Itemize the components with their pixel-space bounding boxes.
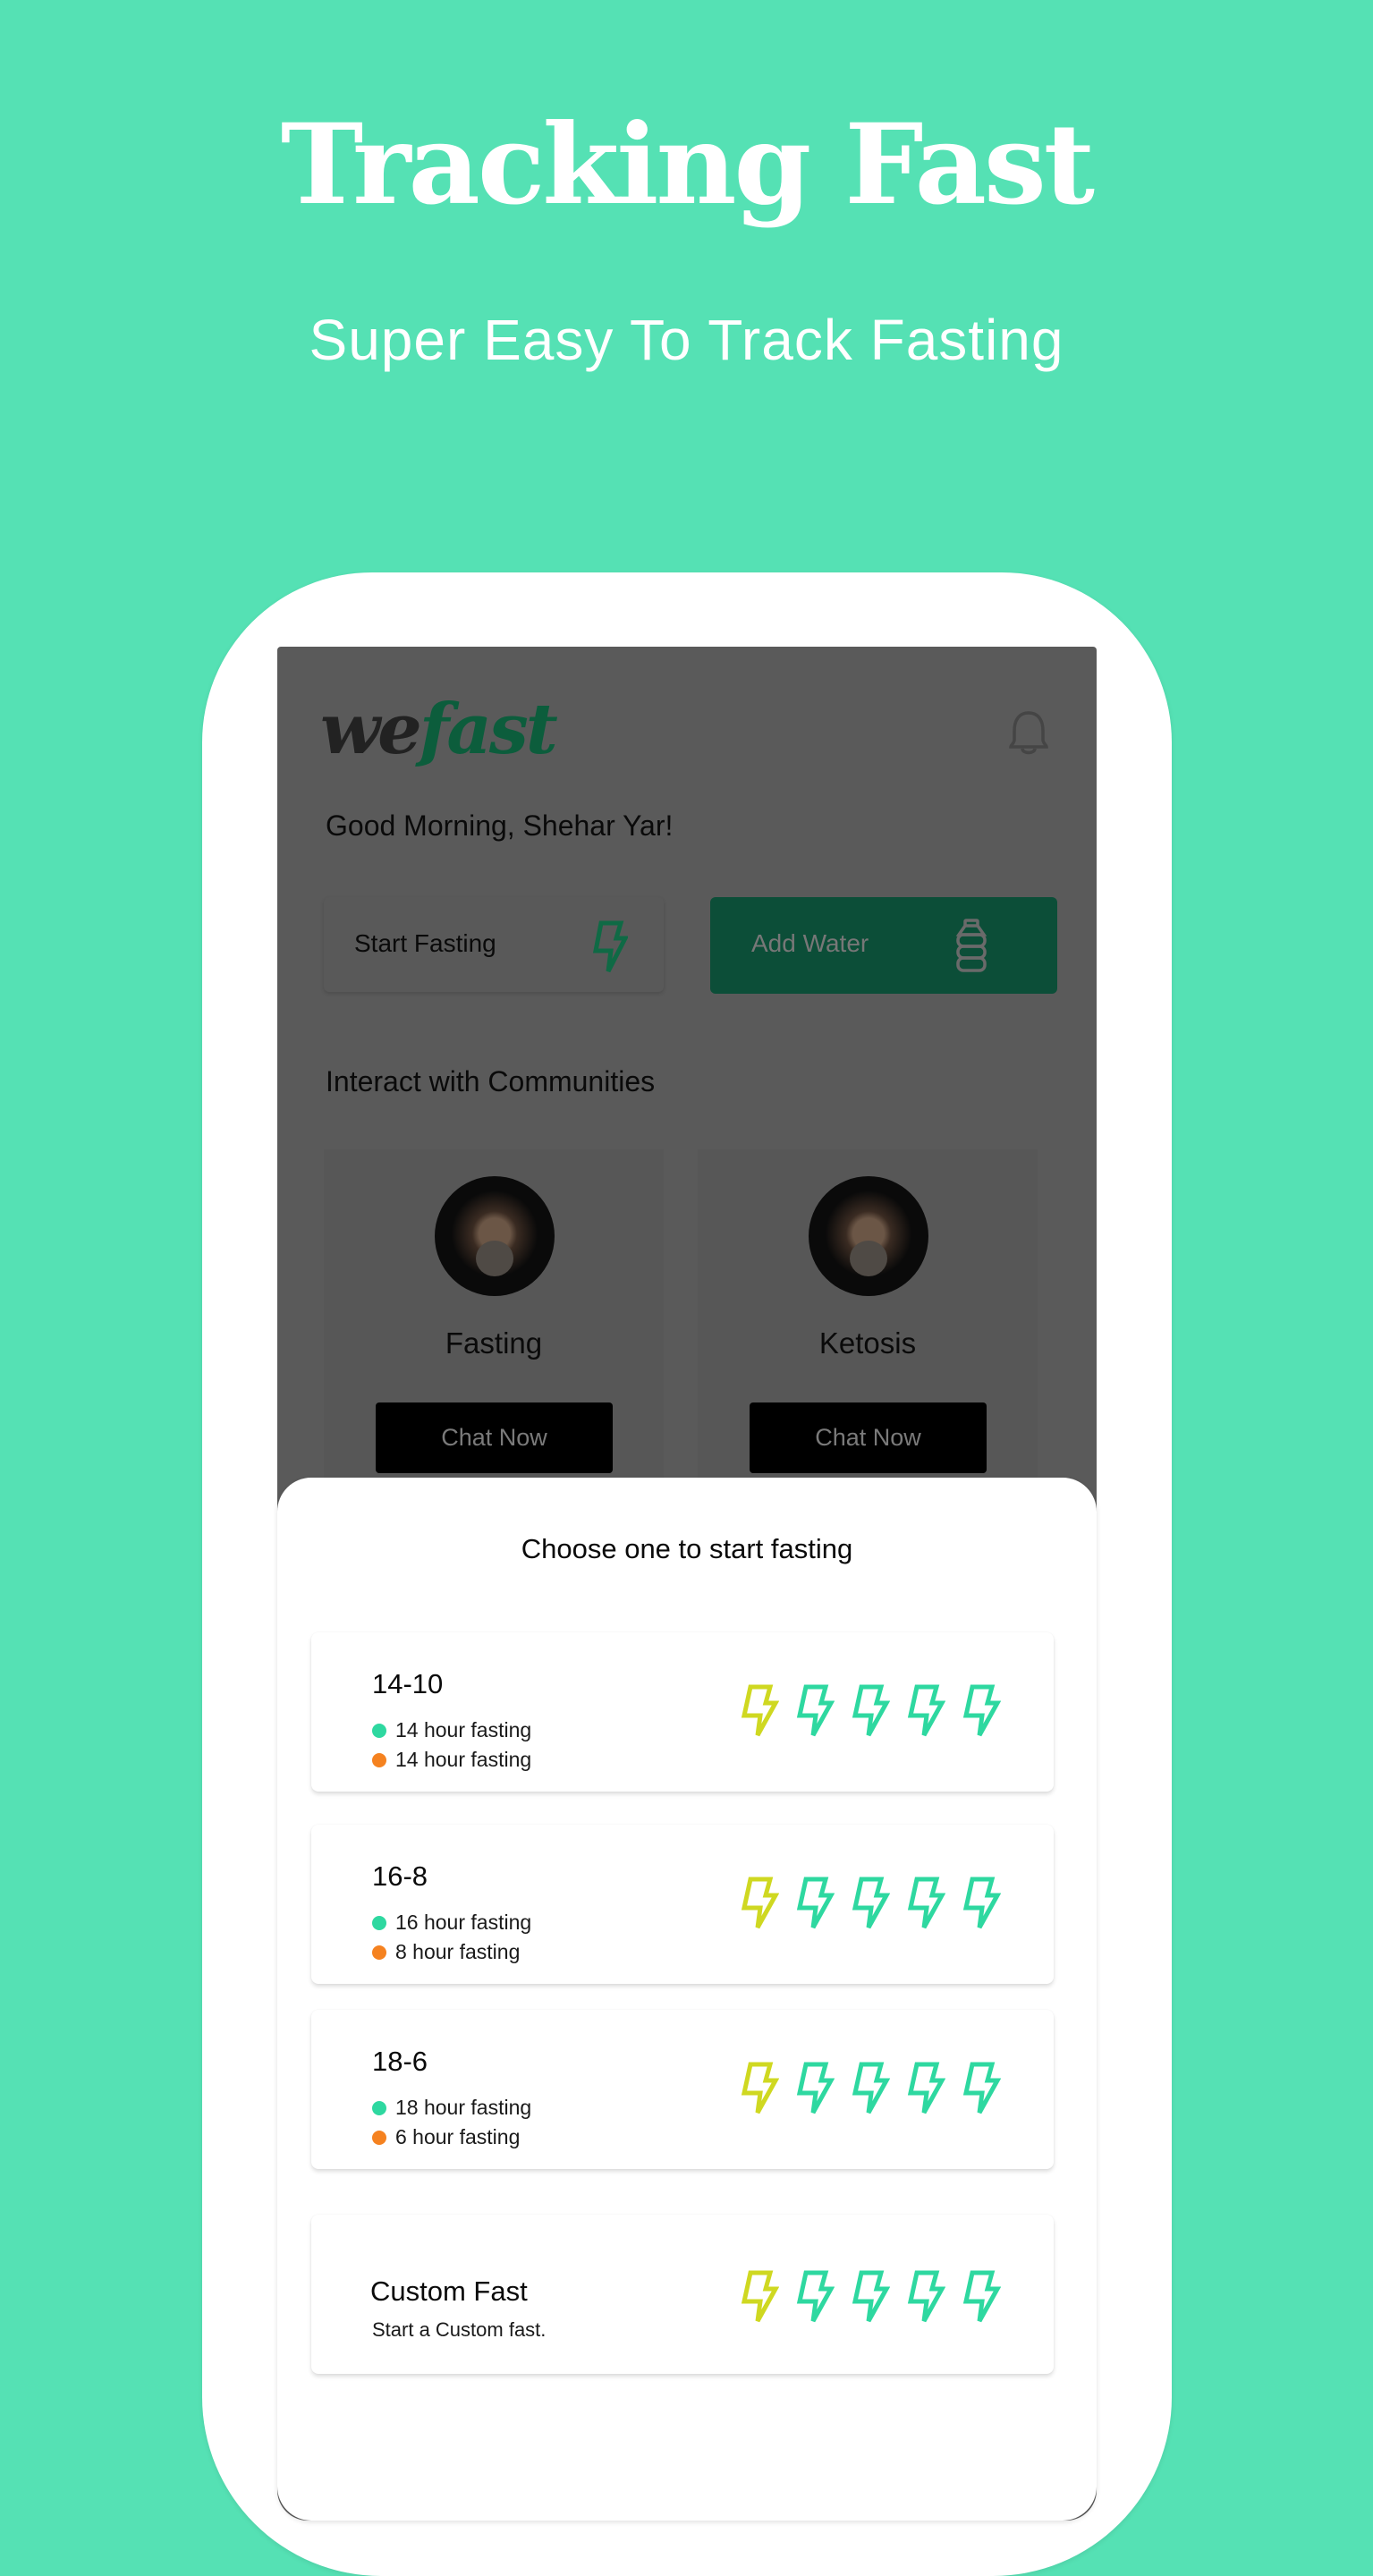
fasting-hours-row: 18 hour fasting: [372, 2096, 531, 2120]
custom-fast-card[interactable]: Custom Fast Start a Custom fast.: [311, 2215, 1054, 2374]
water-bottle-icon: [955, 919, 987, 972]
lightning-bolt-icon: [796, 2270, 835, 2323]
lightning-bolt-icon: [907, 1877, 945, 1929]
start-fasting-button[interactable]: Start Fasting: [324, 897, 664, 992]
lightning-bolt-icon: [592, 920, 628, 973]
community-name: Ketosis: [818, 1326, 917, 1360]
orange-dot-icon: [372, 2130, 386, 2145]
orange-dot-icon: [372, 1752, 386, 1767]
bolt-rating: [736, 2062, 1001, 2115]
custom-fast-title: Custom Fast: [370, 2275, 528, 2307]
eating-hours-row: 14 hour fasting: [372, 1748, 531, 1772]
lightning-bolt-icon: [907, 1684, 945, 1737]
lightning-bolt-icon-highlighted: [741, 1877, 779, 1929]
plan-card-16-8[interactable]: 16-8 16 hour fasting 8 hour fasting: [311, 1825, 1054, 1984]
fasting-plan-bottom-sheet: Choose one to start fasting 14-10 14 hou…: [277, 1478, 1097, 2521]
lightning-bolt-icon-highlighted: [741, 2270, 779, 2323]
fasting-hours-row: 14 hour fasting: [372, 1718, 531, 1742]
lightning-bolt-icon: [796, 1877, 835, 1929]
bolt-rating: [736, 1877, 1001, 1930]
lightning-bolt-icon: [852, 2062, 890, 2114]
green-dot-icon: [372, 2100, 386, 2115]
wefast-logo: wefast: [320, 689, 558, 770]
start-fasting-label: Start Fasting: [354, 929, 496, 957]
logo-we: we: [320, 689, 422, 770]
lightning-bolt-icon: [852, 1877, 890, 1929]
eating-hours-text: 14 hour fasting: [395, 1748, 532, 1771]
fasting-hours-text: 14 hour fasting: [395, 1718, 532, 1741]
chat-now-button[interactable]: Chat Now: [376, 1402, 613, 1473]
hero-subtitle: Super Easy To Track Fasting: [309, 308, 1064, 372]
fasting-hours-row: 16 hour fasting: [372, 1911, 531, 1935]
plan-card-18-6[interactable]: 18-6 18 hour fasting 6 hour fasting: [311, 2010, 1054, 2169]
lightning-bolt-icon: [907, 2062, 945, 2114]
plan-name: 14-10: [372, 1668, 444, 1699]
lightning-bolt-icon: [962, 2062, 1001, 2114]
lightning-bolt-icon: [796, 2062, 835, 2114]
bolt-rating: [736, 2270, 1001, 2324]
lightning-bolt-icon: [962, 1684, 1001, 1737]
greeting-text: Good Morning, Shehar Yar!: [326, 809, 674, 842]
lightning-bolt-icon: [962, 1877, 1001, 1929]
fasting-hours-text: 16 hour fasting: [395, 1911, 532, 1934]
bolt-rating: [736, 1684, 1001, 1738]
community-card-ketosis[interactable]: Ketosis Chat Now: [698, 1149, 1038, 1507]
eating-hours-row: 8 hour fasting: [372, 1940, 520, 1964]
plan-card-14-10[interactable]: 14-10 14 hour fasting 14 hour fasting: [311, 1632, 1054, 1792]
logo-fast: fast: [419, 689, 558, 770]
community-avatar: [435, 1176, 555, 1296]
fasting-hours-text: 18 hour fasting: [395, 2096, 532, 2119]
plan-name: 18-6: [372, 2046, 428, 2077]
community-name: Fasting: [445, 1326, 543, 1360]
chat-now-button[interactable]: Chat Now: [750, 1402, 987, 1473]
eating-hours-row: 6 hour fasting: [372, 2125, 520, 2149]
lightning-bolt-icon-highlighted: [741, 1684, 779, 1737]
plan-name: 16-8: [372, 1860, 428, 1892]
lightning-bolt-icon: [852, 2270, 890, 2323]
communities-heading: Interact with Communities: [326, 1065, 656, 1097]
eating-hours-text: 6 hour fasting: [395, 2125, 521, 2148]
community-card-fasting[interactable]: Fasting Chat Now: [324, 1149, 664, 1507]
community-avatar: [809, 1176, 928, 1296]
add-water-label: Add Water: [751, 929, 869, 957]
lightning-bolt-icon: [852, 1684, 890, 1737]
lightning-bolt-icon: [796, 1684, 835, 1737]
bell-icon[interactable]: [1007, 709, 1050, 759]
lightning-bolt-icon: [907, 2270, 945, 2323]
green-dot-icon: [372, 1915, 386, 1930]
orange-dot-icon: [372, 1945, 386, 1960]
add-water-button[interactable]: Add Water: [710, 897, 1057, 994]
hero-title: Tracking Fast: [280, 100, 1095, 230]
custom-fast-description: Start a Custom fast.: [372, 2318, 547, 2341]
eating-hours-text: 8 hour fasting: [395, 1940, 521, 1963]
green-dot-icon: [372, 1723, 386, 1738]
lightning-bolt-icon: [962, 2270, 1001, 2323]
sheet-title: Choose one to start fasting: [521, 1533, 853, 1564]
lightning-bolt-icon-highlighted: [741, 2062, 779, 2114]
